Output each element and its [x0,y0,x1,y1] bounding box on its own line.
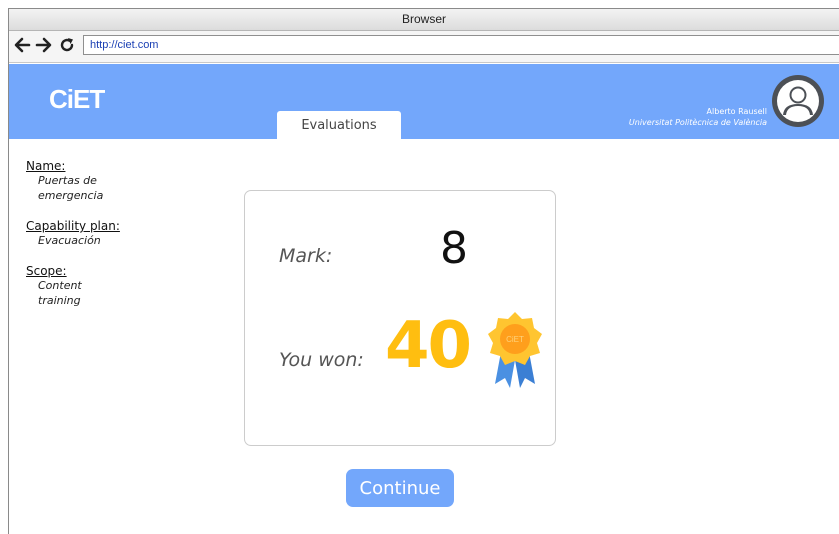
address-bar-url: http://ciet.com [90,39,159,51]
back-arrow-icon[interactable] [13,36,31,54]
result-card: Mark: 8 You won: 40 CiET [244,190,556,446]
tab-evaluations-label: Evaluations [301,118,377,133]
evaluation-details: Name: Puertas de emergencia Capability p… [26,159,136,308]
user-name: Alberto Rausell [706,107,767,116]
browser-title-bar: Browser [9,9,839,31]
badge-text: CiET [506,335,524,344]
app-logo[interactable]: CiET [49,84,105,115]
browser-nav-bar: http://ciet.com [9,31,839,63]
name-value-line2: emergencia [38,189,104,202]
tab-evaluations[interactable]: Evaluations [277,111,401,139]
address-bar[interactable]: http://ciet.com [83,35,839,55]
forward-arrow-icon[interactable] [35,36,53,54]
points-won-value: 40 [385,309,472,383]
user-organization: Universitat Politècnica de València [628,118,767,127]
capability-plan-value: Evacuación [38,234,101,247]
browser-title: Browser [401,12,446,26]
mark-value: 8 [440,223,468,274]
app-header: CiET Evaluations Alberto Rausell Univers… [9,64,839,139]
points-won-label: You won: [279,349,364,371]
name-label: Name: [26,159,66,173]
continue-button[interactable]: Continue [346,469,454,507]
reload-icon[interactable] [58,36,76,54]
name-value-line1: Puertas de [38,174,97,187]
browser-window: Browser http://ciet.com CiET Evaluations… [8,8,839,534]
scope-value-line2: training [38,294,81,307]
award-badge-icon: CiET [488,312,542,388]
scope-value-line1: Content [38,279,82,292]
capability-plan-label: Capability plan: [26,219,120,233]
user-avatar-icon[interactable] [772,75,824,127]
user-info: Alberto Rausell Universitat Politècnica … [629,107,767,127]
scope-label: Scope: [26,264,67,278]
mark-label: Mark: [279,245,333,267]
